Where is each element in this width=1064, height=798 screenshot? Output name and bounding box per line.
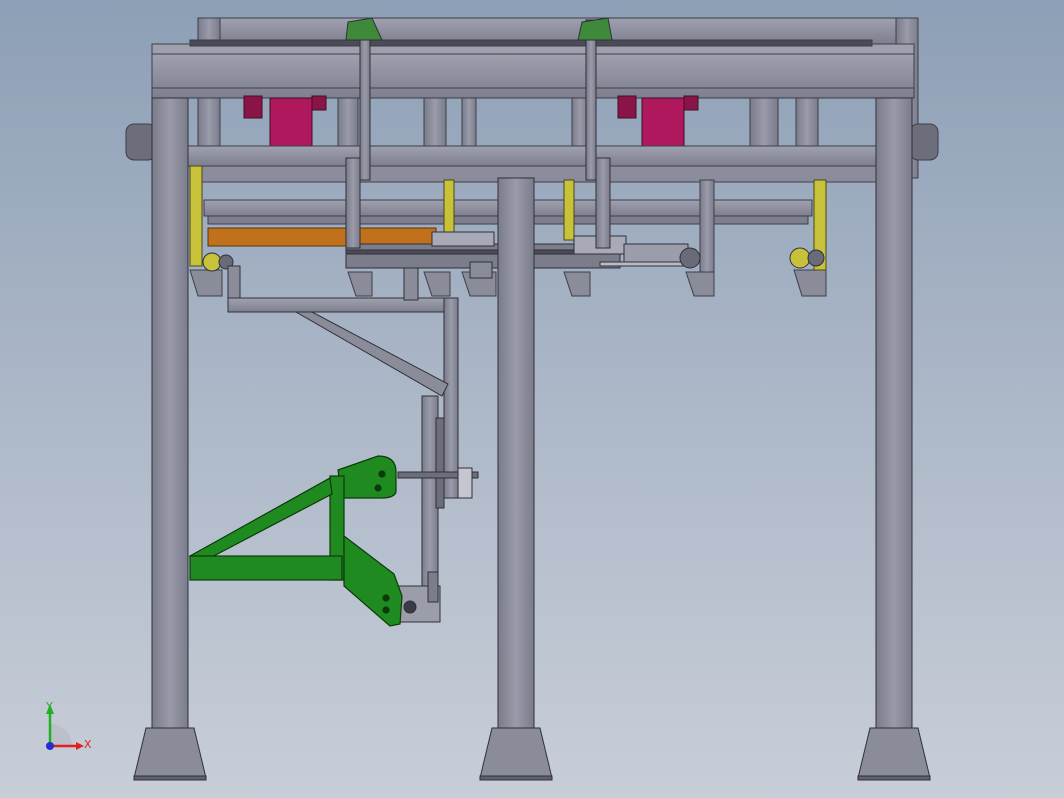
green-gripper bbox=[188, 455, 403, 627]
cad-viewport[interactable]: Y X bbox=[0, 0, 1064, 798]
axis-triad: Y X bbox=[45, 700, 92, 751]
wrist-assembly bbox=[397, 395, 479, 623]
orange-rail bbox=[207, 227, 437, 247]
x-axis-label: X bbox=[84, 738, 92, 751]
top-beam bbox=[151, 39, 915, 99]
drive-motor-left bbox=[243, 95, 327, 147]
y-axis-label: Y bbox=[45, 700, 53, 713]
gantry-model-drawing[interactable]: Y X bbox=[0, 0, 1064, 798]
z-axis-dot bbox=[46, 742, 54, 750]
drive-motor-right bbox=[617, 95, 699, 147]
